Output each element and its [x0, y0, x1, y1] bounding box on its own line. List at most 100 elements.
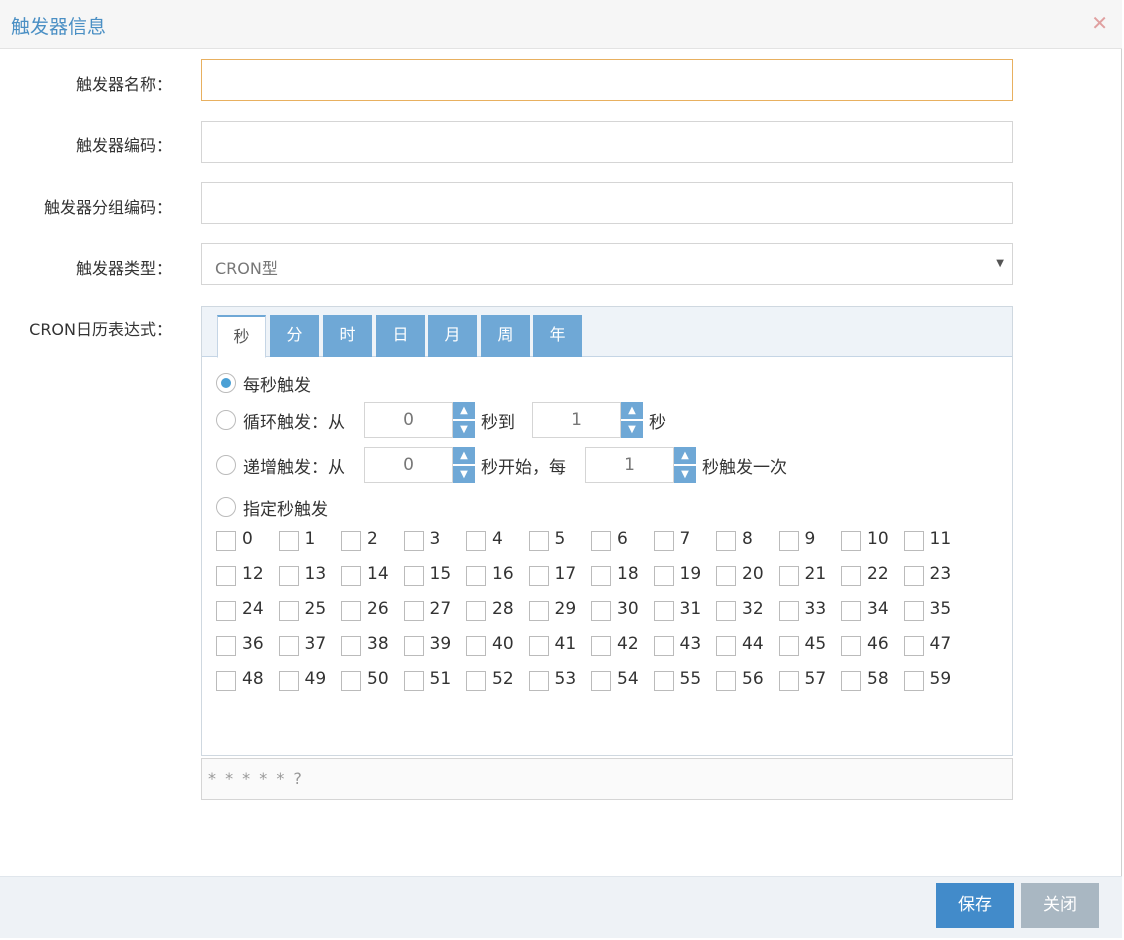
second-checkbox[interactable]: 3 — [403, 529, 466, 553]
radio-every[interactable] — [216, 373, 236, 393]
chevron-down-icon[interactable]: ▼ — [621, 421, 643, 438]
checkbox-box[interactable] — [653, 531, 674, 551]
checkbox-box[interactable] — [466, 531, 486, 551]
second-checkbox[interactable]: 35 — [903, 599, 966, 623]
save-button[interactable]: 保存 — [936, 883, 1014, 928]
checkbox-box[interactable] — [341, 671, 361, 691]
checkbox-box[interactable] — [528, 671, 549, 691]
second-checkbox[interactable]: 32 — [716, 599, 778, 623]
second-checkbox[interactable]: 59 — [903, 669, 966, 693]
checkbox-box[interactable] — [903, 671, 924, 691]
second-checkbox[interactable]: 50 — [341, 669, 403, 693]
second-checkbox[interactable]: 13 — [278, 564, 341, 588]
checkbox-box[interactable] — [216, 531, 236, 551]
second-checkbox[interactable]: 17 — [528, 564, 591, 588]
cycle-from-stepper[interactable]: 0 ▲ ▼ — [364, 402, 475, 438]
cycle-from-value[interactable]: 0 — [364, 402, 453, 438]
checkbox-box[interactable] — [216, 671, 236, 691]
checkbox-box[interactable] — [341, 566, 361, 586]
second-checkbox[interactable]: 7 — [653, 529, 716, 553]
checkbox-box[interactable] — [466, 636, 486, 656]
second-checkbox[interactable]: 38 — [341, 634, 403, 658]
checkbox-box[interactable] — [466, 566, 486, 586]
tab-year[interactable]: 年 — [533, 315, 582, 357]
checkbox-box[interactable] — [278, 566, 299, 586]
second-checkbox[interactable]: 46 — [841, 634, 903, 658]
radio-incr[interactable] — [216, 455, 236, 475]
checkbox-box[interactable] — [216, 566, 236, 586]
second-checkbox[interactable]: 0 — [216, 529, 278, 553]
second-checkbox[interactable]: 39 — [403, 634, 466, 658]
checkbox-box[interactable] — [466, 601, 486, 621]
checkbox-box[interactable] — [841, 531, 861, 551]
second-checkbox[interactable]: 52 — [466, 669, 528, 693]
second-checkbox[interactable]: 21 — [778, 564, 841, 588]
second-checkbox[interactable]: 36 — [216, 634, 278, 658]
second-checkbox[interactable]: 22 — [841, 564, 903, 588]
tab-second[interactable]: 秒 — [217, 315, 266, 358]
second-checkbox[interactable]: 55 — [653, 669, 716, 693]
second-checkbox[interactable]: 2 — [341, 529, 403, 553]
second-checkbox[interactable]: 9 — [778, 529, 841, 553]
incr-step-value[interactable]: 1 — [585, 447, 674, 483]
checkbox-box[interactable] — [528, 531, 549, 551]
trigger-group-input[interactable] — [201, 182, 1013, 224]
second-checkbox[interactable]: 23 — [903, 564, 966, 588]
checkbox-box[interactable] — [403, 566, 424, 586]
second-checkbox[interactable]: 33 — [778, 599, 841, 623]
chevron-up-icon[interactable]: ▲ — [453, 447, 475, 464]
checkbox-box[interactable] — [903, 636, 924, 656]
chevron-up-icon[interactable]: ▲ — [674, 447, 696, 464]
checkbox-box[interactable] — [778, 566, 799, 586]
chevron-down-icon[interactable]: ▼ — [453, 466, 475, 483]
second-checkbox[interactable]: 48 — [216, 669, 278, 693]
chevron-down-icon[interactable]: ▼ — [674, 466, 696, 483]
incr-from-value[interactable]: 0 — [364, 447, 453, 483]
second-checkbox[interactable]: 27 — [403, 599, 466, 623]
second-checkbox[interactable]: 44 — [716, 634, 778, 658]
checkbox-box[interactable] — [903, 531, 924, 551]
checkbox-box[interactable] — [778, 671, 799, 691]
checkbox-box[interactable] — [716, 566, 736, 586]
second-checkbox[interactable]: 58 — [841, 669, 903, 693]
second-checkbox[interactable]: 41 — [528, 634, 591, 658]
second-checkbox[interactable]: 12 — [216, 564, 278, 588]
checkbox-box[interactable] — [403, 531, 424, 551]
tab-hour[interactable]: 时 — [323, 315, 372, 357]
checkbox-box[interactable] — [841, 636, 861, 656]
second-checkbox[interactable]: 47 — [903, 634, 966, 658]
second-checkbox[interactable]: 15 — [403, 564, 466, 588]
checkbox-box[interactable] — [528, 566, 549, 586]
close-button[interactable]: 关闭 — [1021, 883, 1099, 928]
trigger-name-input[interactable] — [201, 59, 1013, 101]
checkbox-box[interactable] — [466, 671, 486, 691]
second-checkbox[interactable]: 42 — [591, 634, 653, 658]
checkbox-box[interactable] — [591, 671, 611, 691]
second-checkbox[interactable]: 10 — [841, 529, 903, 553]
radio-specify[interactable] — [216, 497, 236, 517]
checkbox-box[interactable] — [591, 566, 611, 586]
checkbox-box[interactable] — [716, 636, 736, 656]
checkbox-box[interactable] — [653, 566, 674, 586]
second-checkbox[interactable]: 20 — [716, 564, 778, 588]
second-checkbox[interactable]: 8 — [716, 529, 778, 553]
second-checkbox[interactable]: 57 — [778, 669, 841, 693]
second-checkbox[interactable]: 40 — [466, 634, 528, 658]
checkbox-box[interactable] — [341, 601, 361, 621]
checkbox-box[interactable] — [278, 671, 299, 691]
second-checkbox[interactable]: 51 — [403, 669, 466, 693]
second-checkbox[interactable]: 43 — [653, 634, 716, 658]
radio-cycle[interactable] — [216, 410, 236, 430]
second-checkbox[interactable]: 54 — [591, 669, 653, 693]
checkbox-box[interactable] — [841, 671, 861, 691]
checkbox-box[interactable] — [903, 566, 924, 586]
second-checkbox[interactable]: 49 — [278, 669, 341, 693]
cycle-to-value[interactable]: 1 — [532, 402, 621, 438]
tab-week[interactable]: 周 — [481, 315, 530, 357]
checkbox-box[interactable] — [216, 601, 236, 621]
checkbox-box[interactable] — [778, 636, 799, 656]
second-checkbox[interactable]: 5 — [528, 529, 591, 553]
second-checkbox[interactable]: 53 — [528, 669, 591, 693]
chevron-up-icon[interactable]: ▲ — [453, 402, 475, 419]
tab-month[interactable]: 月 — [428, 315, 477, 357]
